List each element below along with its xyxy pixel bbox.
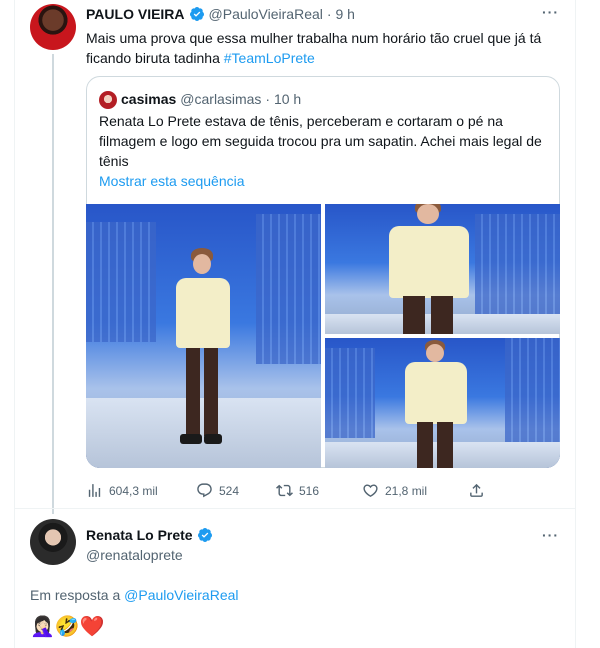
quote-time: · 10 h <box>265 91 302 107</box>
views-count: 604,3 mil <box>109 483 158 498</box>
more-icon[interactable]: ··· <box>542 4 559 20</box>
likes-count: 21,8 mil <box>385 483 428 498</box>
avatar-casimas <box>99 91 117 109</box>
views-icon <box>88 484 101 497</box>
quote-text-line3: tênis <box>99 153 129 169</box>
retweet-button[interactable]: 516 <box>276 482 319 499</box>
thread-line <box>52 54 54 514</box>
quote-text-line2: filmagem e logo em seguida trocou pra um… <box>99 133 542 149</box>
tweet1-time[interactable]: · 9 h <box>327 6 355 22</box>
avatar-paulo-vieira[interactable] <box>30 4 76 50</box>
reply-icon <box>197 483 212 498</box>
tweet2-handle[interactable]: @renataloprete <box>86 547 183 563</box>
media-photo-3[interactable] <box>325 338 560 468</box>
avatar-renata-lo-prete[interactable] <box>30 519 76 565</box>
tweet1-text-line2-wrap: ficando biruta tadinha #TeamLoPrete <box>86 48 556 68</box>
verified-badge-icon <box>189 7 204 21</box>
verified-badge-icon <box>197 528 212 542</box>
quote-handle: @carlasimas <box>180 91 262 107</box>
tweet1-text-line2: ficando biruta tadinha <box>86 50 220 66</box>
like-icon <box>363 484 378 497</box>
reply-context: Em resposta a @PauloVieiraReal <box>30 585 239 605</box>
media-photo-1[interactable] <box>86 204 321 468</box>
like-button[interactable]: 21,8 mil <box>362 482 427 499</box>
tweet1-action-bar: 604,3 mil 524 516 21,8 mil <box>86 482 560 504</box>
tweet1-text: Mais uma prova que essa mulher trabalha … <box>86 28 556 68</box>
more-icon[interactable]: ··· <box>542 527 559 543</box>
retweets-count: 516 <box>299 483 320 498</box>
tweet2-author-name[interactable]: Renata Lo Prete <box>86 527 193 543</box>
views-button[interactable]: 604,3 mil <box>86 482 158 499</box>
tweet1-author-name[interactable]: PAULO VIEIRA <box>86 6 185 22</box>
tweet2-header: Renata Lo Prete <box>86 527 217 543</box>
tweet2-handle-row: @renataloprete <box>86 547 183 563</box>
retweet-icon <box>276 484 293 497</box>
quote-header: casimas @carlasimas · 10 h <box>121 91 301 107</box>
hashtag-link[interactable]: #TeamLoPrete <box>224 50 315 66</box>
media-grid <box>86 204 560 468</box>
reply-button[interactable]: 524 <box>196 482 239 499</box>
share-icon <box>470 483 483 497</box>
tweet-divider <box>14 508 576 509</box>
reply-to-link[interactable]: @PauloVieiraReal <box>124 587 238 603</box>
quote-text-line1: Renata Lo Prete estava de tênis, percebe… <box>99 113 503 129</box>
quote-author-name: casimas <box>121 91 177 107</box>
replies-count: 524 <box>219 483 240 498</box>
reply-prefix: Em resposta a <box>30 587 121 603</box>
tweet2-emojis: 🤦🏻‍♀️🤣❤️ <box>30 614 105 638</box>
quote-text: Renata Lo Prete estava de tênis, percebe… <box>99 111 551 171</box>
tweet1-handle[interactable]: @PauloVieiraReal <box>209 6 323 22</box>
tweet1-text-line1: Mais uma prova que essa mulher trabalha … <box>86 30 542 46</box>
show-thread-link[interactable]: Mostrar esta sequência <box>99 173 245 189</box>
tweet1-header: PAULO VIEIRA @PauloVieiraReal · 9 h <box>86 6 355 22</box>
share-button[interactable] <box>468 482 485 499</box>
media-photo-2[interactable] <box>325 204 560 334</box>
